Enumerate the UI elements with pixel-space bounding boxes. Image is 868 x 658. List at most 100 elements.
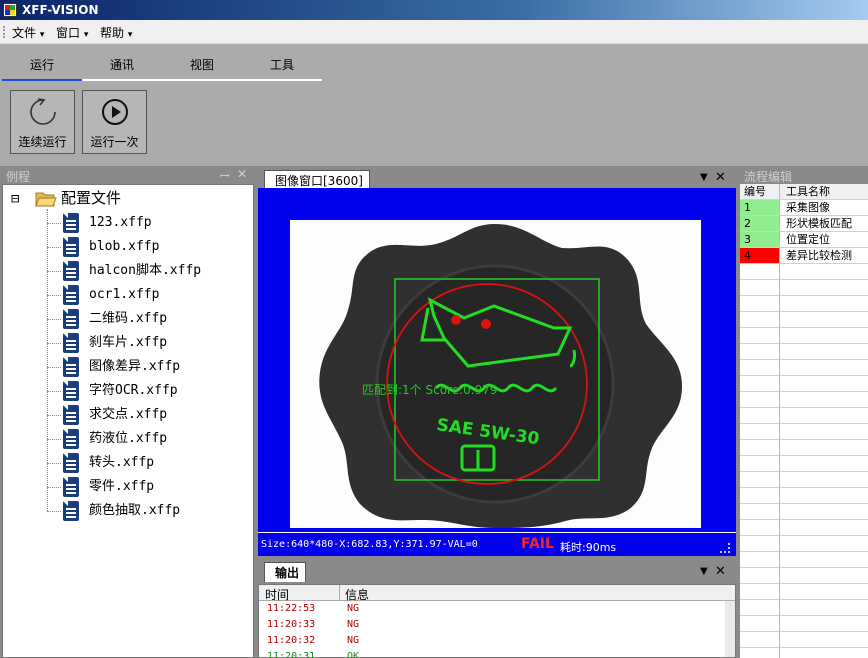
flow-empty-cell — [740, 616, 780, 632]
book-icon — [460, 444, 496, 472]
menu-file[interactable]: 文件 ▾ — [12, 24, 44, 41]
file-icon — [63, 381, 79, 401]
column-divider — [339, 585, 340, 601]
tree-file-item[interactable]: 颜色抽取.xffp — [89, 501, 180, 521]
tree-file-item[interactable]: 零件.xffp — [89, 477, 154, 497]
tree-connector — [47, 511, 61, 512]
status-info: Size:640*480-X:682.83,Y:371.97-VAL=0 — [261, 539, 478, 550]
flow-row-id[interactable]: 1 — [740, 200, 780, 216]
tree-connector — [47, 415, 61, 416]
flow-empty-cell — [780, 472, 868, 488]
examples-panel-title: 例程 — [6, 170, 31, 184]
play-icon — [102, 99, 128, 125]
flow-row-name[interactable]: 位置定位 — [780, 232, 868, 248]
flow-empty-cell — [780, 424, 868, 440]
tree-file-item[interactable]: blob.xffp — [89, 237, 159, 257]
file-tree: ⊟ 配置文件 123.xffp blob.xffp halcon脚本.xffp ocr… — [2, 184, 254, 658]
output-col-info[interactable]: 信息 — [345, 586, 369, 603]
tab-image-window[interactable]: 图像窗口[3600] — [264, 170, 370, 190]
tree-file-item[interactable]: 字符OCR.xffp — [89, 381, 178, 401]
flow-empty-cell — [780, 568, 868, 584]
flow-empty-cell — [780, 632, 868, 648]
tree-connector — [47, 271, 61, 272]
menu-window[interactable]: 窗口 ▾ — [56, 24, 88, 41]
output-scrollbar[interactable] — [725, 601, 735, 657]
flow-empty-cell — [740, 648, 780, 658]
tree-file-item[interactable]: 二维码.xffp — [89, 309, 167, 329]
flow-row-name[interactable]: 采集图像 — [780, 200, 868, 216]
file-icon — [63, 333, 79, 353]
flow-col-id[interactable]: 编号 — [740, 184, 780, 200]
file-icon — [63, 261, 79, 281]
flow-empty-cell — [740, 424, 780, 440]
flow-col-name[interactable]: 工具名称 — [780, 184, 868, 200]
flow-empty-cell — [780, 328, 868, 344]
window-title: XFF-VISION — [22, 3, 99, 17]
tab-view[interactable]: 视图 — [162, 56, 242, 73]
output-close-icon[interactable]: ✕ — [715, 564, 726, 579]
flow-empty-cell — [780, 376, 868, 392]
flow-row-id[interactable]: 3 — [740, 232, 780, 248]
tree-connector — [47, 463, 61, 464]
flow-empty-cell — [740, 600, 780, 616]
flow-empty-cell — [740, 312, 780, 328]
flow-empty-cell — [740, 264, 780, 280]
tree-file-item[interactable]: 药液位.xffp — [89, 429, 167, 449]
title-bar: XFF-VISION — [0, 0, 868, 20]
flow-empty-cell — [780, 616, 868, 632]
flow-empty-cell — [780, 312, 868, 328]
tab-communication[interactable]: 通讯 — [82, 56, 162, 73]
output-tab-label: 输出 — [275, 566, 300, 580]
run-once-button[interactable]: 运行一次 — [82, 90, 147, 154]
roi-rectangle — [394, 278, 600, 481]
flow-editor-header: 流程编辑 — [738, 166, 868, 184]
flow-empty-cell — [740, 520, 780, 536]
flow-row-name[interactable]: 差异比较检测 — [780, 248, 868, 264]
flow-empty-cell — [740, 552, 780, 568]
resize-grip-icon[interactable] — [720, 543, 730, 553]
flow-empty-cell — [740, 344, 780, 360]
flow-empty-cell — [780, 536, 868, 552]
image-window-menu-icon[interactable]: ▼ — [700, 172, 708, 183]
file-icon — [63, 429, 79, 449]
image-window-close-icon[interactable]: ✕ — [715, 170, 726, 185]
flow-empty-cell — [740, 408, 780, 424]
tree-file-item[interactable]: 转头.xffp — [89, 453, 154, 473]
menu-help[interactable]: 帮助 ▾ — [100, 24, 132, 41]
output-menu-icon[interactable]: ▼ — [700, 566, 708, 577]
tree-file-item[interactable]: halcon脚本.xffp — [89, 261, 201, 281]
tree-file-item[interactable]: 123.xffp — [89, 213, 152, 233]
close-icon[interactable]: ✕ — [237, 167, 247, 181]
tree-file-item[interactable]: 图像差异.xffp — [89, 357, 180, 377]
flow-empty-cell — [740, 296, 780, 312]
overlay-layer: SAE 5W-30 匹配到:1个 Score:0.979 — [362, 278, 600, 485]
flow-empty-cell — [740, 376, 780, 392]
expand-collapse-icon[interactable]: ⊟ — [11, 189, 19, 209]
continuous-run-button[interactable]: 连续运行 — [10, 90, 75, 154]
cap-label-text: SAE 5W-30 — [435, 415, 540, 449]
tree-file-item[interactable]: 刹车片.xffp — [89, 333, 167, 353]
flow-empty-cell — [780, 488, 868, 504]
pin-icon[interactable]: ꟷ — [220, 167, 230, 184]
flow-row-id[interactable]: 4 — [740, 248, 780, 264]
tree-file-item[interactable]: ocr1.xffp — [89, 285, 159, 305]
continuous-run-label: 连续运行 — [18, 135, 67, 149]
output-row-time: 11:22:53 — [267, 603, 316, 614]
tab-output[interactable]: 输出 — [264, 562, 307, 582]
tree-root-label[interactable]: 配置文件 — [61, 188, 121, 208]
image-window-tab-label: 图像窗口[3600] — [275, 174, 363, 188]
output-log: 时间 信息 11:22:53 NG 11:20:33 NG 11:20:32 NG 11:2… — [258, 584, 736, 658]
flow-row-id[interactable]: 2 — [740, 216, 780, 232]
output-row-time: 11:20:32 — [267, 635, 316, 646]
tree-file-item[interactable]: 求交点.xffp — [89, 405, 167, 425]
tree-connector — [47, 391, 61, 392]
flow-grid: 编号 工具名称 1 采集图像 2 形状模板匹配 3 位置定位 4 差异比较检测 — [740, 184, 868, 658]
flow-empty-cell — [740, 456, 780, 472]
flow-row-name[interactable]: 形状模板匹配 — [780, 216, 868, 232]
tab-tools[interactable]: 工具 — [242, 56, 322, 73]
tab-run[interactable]: 运行 — [2, 56, 82, 73]
flow-empty-cell — [740, 392, 780, 408]
flow-empty-cell — [740, 568, 780, 584]
output-col-time[interactable]: 时间 — [265, 586, 289, 603]
status-result-badge: FAIL — [521, 536, 554, 552]
